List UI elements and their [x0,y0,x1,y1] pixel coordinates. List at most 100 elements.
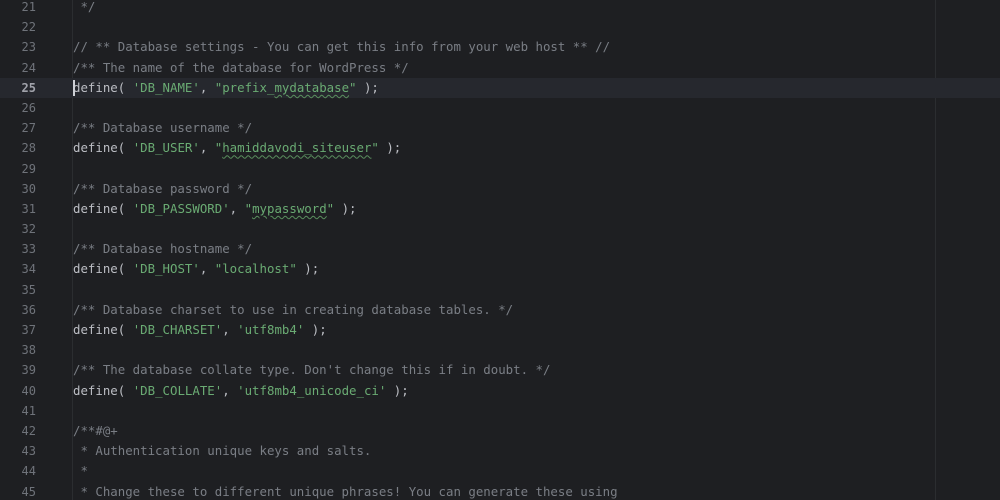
code-token: , [199,79,215,95]
line-number[interactable]: 45 [0,482,36,500]
comment-token: * Change these to different unique phras… [73,483,618,499]
current-code-line[interactable]: 25 define( 'DB_NAME', "prefix_mydatabase"… [0,77,1000,98]
line-code[interactable]: define( 'DB_COLLATE', 'utf8mb4_unicode_c… [73,381,409,401]
code-token: , [199,140,215,156]
comment-token: /** Database hostname */ [73,241,253,257]
code-line[interactable]: 43 * Authentication unique keys and salt… [0,441,1000,461]
spellcheck-flagged-token: mydatabase [274,79,350,95]
line-code[interactable]: define( 'DB_HOST', "localhost" ); [73,259,319,279]
comment-token: * Authentication unique keys and salts. [73,443,372,459]
line-code[interactable]: define( 'DB_USER', "hamiddavodi_siteuser… [73,138,401,158]
line-number[interactable]: 33 [0,239,36,259]
code-line[interactable]: 26 [0,98,1000,118]
line-number[interactable]: 23 [0,37,36,57]
line-code[interactable]: /**#@+ [73,421,118,441]
line-number[interactable]: 32 [0,219,36,239]
line-code[interactable]: /** Database username */ [73,118,252,138]
string-token: 'utf8mb4' [237,322,305,337]
line-number[interactable]: 28 [0,138,36,158]
line-code[interactable]: /** Database charset to use in creating … [73,300,513,320]
string-token: " [349,79,357,95]
line-code[interactable]: /** The database collate type. Don't cha… [73,360,550,380]
code-line[interactable]: 45 * Change these to different unique ph… [0,482,1000,500]
code-line[interactable]: 42 /**#@+ [0,421,1000,441]
code-line[interactable]: 41 [0,401,1000,421]
line-number[interactable]: 21 [0,0,36,17]
line-code[interactable]: * Change these to different unique phras… [73,482,618,500]
line-number[interactable]: 44 [0,461,36,481]
comment-token: /** Database charset to use in creating … [73,301,514,317]
code-token: ); [386,382,409,398]
line-number[interactable]: 29 [0,159,36,179]
code-token: ( [117,200,133,216]
code-line[interactable]: 44 * [0,461,1000,481]
code-line[interactable]: 35 [0,280,1000,300]
code-area[interactable]: 21 */22 23// ** Database settings - You c… [0,0,1000,500]
function-token: define [73,140,118,156]
line-code[interactable]: * Authentication unique keys and salts. [73,441,371,461]
string-token: "prefix_ [214,79,275,95]
line-code[interactable]: /** Database password */ [73,179,252,199]
comment-token: /**#@+ [73,422,118,438]
string-token: "localhost" [214,261,297,277]
spellcheck-flagged-token: hamiddavodi_siteuser [222,140,372,156]
string-token: 'DB_CHARSET' [132,322,223,337]
line-code[interactable]: define( 'DB_CHARSET', 'utf8mb4' ); [73,320,327,340]
code-line[interactable]: 22 [0,17,1000,37]
string-token: 'DB_NAME' [132,79,200,95]
code-token: ( [117,382,133,398]
line-code[interactable]: define( 'DB_PASSWORD', "mypassword" ); [73,199,357,219]
function-token: define [73,200,118,216]
line-code[interactable]: */ [73,0,95,17]
code-line[interactable]: 39 /** The database collate type. Don't c… [0,360,1000,380]
code-line[interactable]: 30 /** Database password */ [0,179,1000,199]
line-number[interactable]: 38 [0,340,36,360]
line-number[interactable]: 42 [0,421,36,441]
comment-token: /** Database password */ [73,180,253,196]
line-code[interactable]: /** Database hostname */ [73,239,252,259]
line-number[interactable]: 41 [0,401,36,421]
function-token: define [73,261,118,277]
code-line[interactable]: 24 /** The name of the database for WordP… [0,58,1000,78]
code-line[interactable]: 38 [0,340,1000,360]
code-token: , [222,322,238,337]
code-token: ); [334,200,357,216]
code-line[interactable]: 31 define( 'DB_PASSWORD', "mypassword" ); [0,199,1000,219]
code-line[interactable]: 33 /** Database hostname */ [0,239,1000,259]
line-number[interactable]: 36 [0,300,36,320]
code-line[interactable]: 37 define( 'DB_CHARSET', 'utf8mb4' ); [0,320,1000,340]
line-code[interactable]: // ** Database settings - You can get th… [73,37,610,57]
code-token: , [229,200,245,216]
code-token: ); [378,140,402,156]
line-number[interactable]: 40 [0,381,36,401]
comment-token: * [73,463,88,479]
code-line[interactable]: 28 define( 'DB_USER', "hamiddavodi_siteus… [0,138,1000,158]
line-number[interactable]: 35 [0,280,36,300]
line-number[interactable]: 34 [0,259,36,279]
code-editor[interactable]: 21 */22 23// ** Database settings - You c… [0,0,1000,500]
line-code[interactable]: /** The name of the database for WordPre… [73,58,409,78]
text-cursor [73,79,75,96]
line-number[interactable]: 31 [0,199,36,219]
line-number[interactable]: 26 [0,98,36,118]
code-line[interactable]: 40 define( 'DB_COLLATE', 'utf8mb4_unicode… [0,381,1000,401]
code-line[interactable]: 29 [0,159,1000,179]
line-number[interactable]: 37 [0,320,36,340]
line-number[interactable]: 27 [0,118,36,138]
line-number[interactable]: 25 [0,78,36,98]
code-line[interactable]: 21 */ [0,0,1000,17]
line-number[interactable]: 22 [0,17,36,37]
line-number[interactable]: 24 [0,58,36,78]
code-line[interactable]: 27 /** Database username */ [0,118,1000,138]
string-token: 'DB_COLLATE' [132,382,223,398]
code-line[interactable]: 23 // ** Database settings - You can get … [0,37,1000,57]
line-number[interactable]: 43 [0,441,36,461]
line-number[interactable]: 39 [0,360,36,380]
line-code[interactable]: * [73,461,88,481]
line-number[interactable]: 30 [0,179,36,199]
code-line[interactable]: 34 define( 'DB_HOST', "localhost" ); [0,259,1000,279]
code-line[interactable]: 36 /** Database charset to use in creatin… [0,300,1000,320]
code-token: ( [117,261,133,277]
code-line[interactable]: 32 [0,219,1000,239]
line-code[interactable]: define( 'DB_NAME', "prefix_mydatabase" )… [73,78,379,98]
